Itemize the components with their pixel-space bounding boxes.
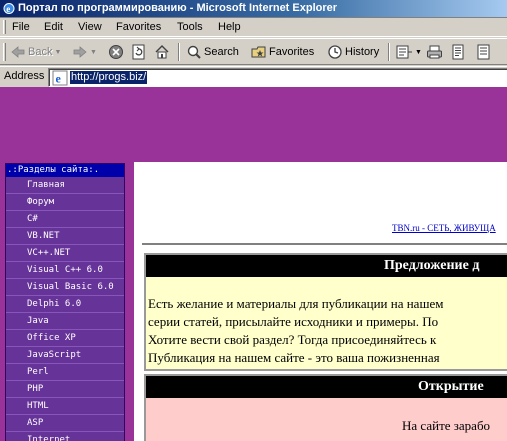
sidebar-item-html[interactable]: HTML	[6, 398, 124, 415]
history-button[interactable]: History	[327, 42, 379, 62]
menu-edit[interactable]: Edit	[44, 20, 63, 34]
forward-button[interactable]: ▼	[72, 42, 97, 62]
sidebar-item-visual-basic[interactable]: Visual Basic 6.0	[6, 279, 124, 296]
search-label: Search	[204, 46, 239, 58]
sidebar-item-java[interactable]: Java	[6, 313, 124, 330]
menu-bar: File Edit View Favorites Tools Help	[0, 17, 507, 37]
svg-text:e: e	[56, 72, 62, 86]
sidebar-item-vbnet[interactable]: VB.NET	[6, 228, 124, 245]
menu-help[interactable]: Help	[218, 20, 241, 34]
favorites-label: Favorites	[269, 46, 315, 58]
opening-text: На сайте зарабо	[402, 418, 491, 433]
search-button[interactable]: Search	[186, 42, 239, 62]
offer-line: Публикация на нашем сайте - это ваша пож…	[148, 350, 440, 365]
toolbar-separator	[388, 43, 390, 61]
sidebar-item-php[interactable]: PHP	[6, 381, 124, 398]
print-button[interactable]	[426, 42, 443, 62]
web-page: .:Разделы сайта:. Главная Форум C# VB.NE…	[0, 87, 507, 441]
sidebar-item-javascript[interactable]: JavaScript	[6, 347, 124, 364]
offer-line: Хотите вести свой раздел? Тогда присоеди…	[148, 332, 437, 347]
sidebar-item-vcppnet[interactable]: VC++.NET	[6, 245, 124, 262]
svg-text:e: e	[6, 4, 10, 14]
sidebar-item-home[interactable]: Главная	[6, 177, 124, 194]
main-content: TBN.ru - СЕТЬ, ЖИВУЩА Предложение д Есть…	[134, 162, 507, 441]
mail-dropdown-icon[interactable]: ▼	[415, 49, 422, 56]
history-label: History	[345, 46, 380, 58]
publication-offer-body: Есть желание и материалы для публикации …	[146, 277, 507, 367]
menu-tools[interactable]: Tools	[177, 20, 203, 34]
edit-page-icon	[452, 44, 464, 60]
home-icon	[155, 45, 169, 59]
stop-icon	[109, 45, 123, 59]
mail-button[interactable]: ▼	[395, 42, 422, 62]
opening-header: Открытие	[146, 376, 507, 398]
sidebar-item-visual-cpp[interactable]: Visual C++ 6.0	[6, 262, 124, 279]
home-button[interactable]	[154, 42, 170, 62]
search-icon	[187, 45, 201, 59]
tbn-banner-link[interactable]: TBN.ru - СЕТЬ, ЖИВУЩА	[392, 223, 496, 233]
ie-logo-icon: e	[3, 3, 15, 14]
menu-favorites[interactable]: Favorites	[116, 20, 161, 34]
menu-file[interactable]: File	[12, 20, 30, 34]
offer-line: Есть желание и материалы для публикации …	[148, 296, 444, 311]
address-url: http://progs.biz/	[70, 71, 148, 84]
title-bar[interactable]: e Портал по программированию - Microsoft…	[0, 0, 507, 17]
opening-title: Открытие	[418, 379, 484, 394]
refresh-icon	[132, 44, 145, 60]
toolbar-grip[interactable]	[3, 43, 6, 61]
favorites-folder-icon	[251, 46, 266, 58]
publication-offer-title: Предложение д	[384, 258, 480, 273]
stop-button[interactable]	[108, 42, 124, 62]
history-clock-icon	[328, 45, 342, 59]
site-sections-menu: .:Разделы сайта:. Главная Форум C# VB.NE…	[5, 163, 125, 441]
printer-icon	[427, 45, 442, 59]
publication-offer-header: Предложение д	[146, 255, 507, 277]
sidebar-item-internet[interactable]: Internet	[6, 432, 124, 441]
back-label: Back	[28, 46, 53, 58]
mail-icon	[396, 45, 412, 59]
back-dropdown-icon[interactable]: ▼	[54, 49, 61, 56]
refresh-button[interactable]	[131, 42, 147, 62]
menu-view[interactable]: View	[78, 20, 102, 34]
address-input[interactable]: e http://progs.biz/	[48, 68, 507, 87]
offer-line: серии статей, присылайте исходники и при…	[148, 314, 439, 329]
forward-arrow-icon	[73, 46, 87, 58]
sidebar-item-forum[interactable]: Форум	[6, 194, 124, 211]
sidebar-item-asp[interactable]: ASP	[6, 415, 124, 432]
favorites-button[interactable]: Favorites	[251, 42, 314, 62]
back-arrow-icon	[11, 46, 25, 58]
back-button[interactable]: Back ▼	[10, 42, 61, 62]
sidebar-list: Главная Форум C# VB.NET VC++.NET Visual …	[6, 177, 124, 441]
forward-dropdown-icon[interactable]: ▼	[90, 49, 97, 56]
address-bar: Address e http://progs.biz/	[0, 66, 507, 87]
toolbar-separator	[178, 43, 180, 61]
sidebar-header: .:Разделы сайта:.	[6, 164, 124, 177]
sidebar-item-office-xp[interactable]: Office XP	[6, 330, 124, 347]
site-banner	[0, 87, 507, 162]
content-divider	[142, 243, 507, 245]
sidebar-item-delphi[interactable]: Delphi 6.0	[6, 296, 124, 313]
window-title: Портал по программированию - Microsoft I…	[18, 2, 338, 14]
address-label: Address	[4, 70, 45, 82]
discuss-button[interactable]	[476, 42, 492, 62]
sidebar-item-csharp[interactable]: C#	[6, 211, 124, 228]
menu-grip[interactable]	[3, 20, 6, 34]
publication-offer-box: Предложение д Есть желание и материалы д…	[144, 253, 507, 371]
edit-button[interactable]	[450, 42, 466, 62]
opening-box: Открытие На сайте зарабо	[144, 374, 507, 441]
standard-toolbar: Back ▼ ▼ Search Favorites History ▼	[0, 38, 507, 65]
page-ie-icon: e	[52, 70, 68, 86]
sidebar-item-perl[interactable]: Perl	[6, 364, 124, 381]
discuss-icon	[477, 44, 490, 60]
